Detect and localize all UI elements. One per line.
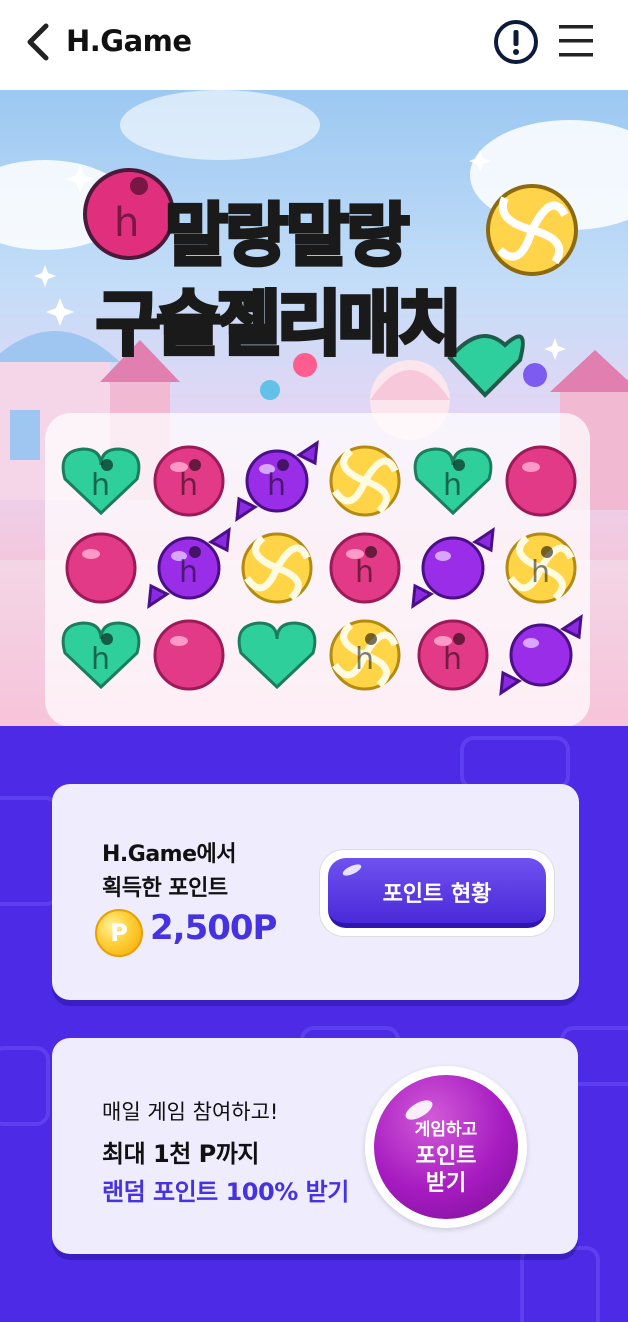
board-tile-heart-h: h [61, 447, 141, 516]
menu-button[interactable] [558, 22, 594, 60]
play-game-button-line3: 받기 [425, 1171, 467, 1196]
game-title-line1: 말랑말랑 [163, 195, 411, 278]
board-tile-heart-h: h [413, 447, 493, 516]
svg-text:h: h [355, 555, 374, 590]
board-tile-ball-h: h [329, 532, 401, 604]
svg-text:h: h [91, 642, 110, 677]
board-tile-heart [237, 621, 317, 690]
svg-text:h: h [114, 200, 139, 246]
svg-text:h: h [531, 555, 550, 590]
info-button[interactable] [493, 19, 539, 65]
play-game-button-face[interactable]: 게임하고 포인트 받기 [374, 1075, 518, 1219]
back-button[interactable] [22, 22, 58, 62]
handheld-console-icon [0, 796, 60, 906]
svg-text:h: h [179, 555, 198, 590]
handheld-console-icon [0, 1046, 50, 1126]
points-label-line2: 획득한 포인트 [102, 876, 228, 901]
svg-text:h: h [91, 468, 110, 503]
svg-text:h: h [443, 642, 462, 677]
board-tile-ball [505, 445, 577, 517]
daily-reward-card: 매일 게임 참여하고! 최대 1천 P까지 랜덤 포인트 100% 받기 게임하… [52, 1038, 578, 1254]
daily-text-line1: 매일 게임 참여하고! [102, 1100, 279, 1124]
board-tile-swirl-h: h [329, 619, 401, 691]
svg-text:h: h [355, 642, 374, 677]
chevron-left-icon [27, 23, 49, 61]
points-status-button-face[interactable]: 포인트 현황 [328, 858, 546, 928]
gamepad-icon [460, 736, 570, 790]
board-tile-heart-h: h [61, 621, 141, 690]
match-board-tiles: h h h h h h h h h h [61, 439, 583, 697]
board-tile-ball [65, 532, 137, 604]
info-circle-icon [494, 20, 538, 64]
board-tile-wrapped-h: h [235, 439, 319, 523]
board-tile-swirl [241, 532, 313, 604]
points-label-line1: H.Game에서 [102, 842, 237, 867]
game-title-line2: 구슬젤리매치 [94, 281, 464, 367]
daily-text-line3: 랜덤 포인트 100% 받기 [102, 1178, 349, 1206]
play-game-button-line1: 게임하고 [414, 1120, 478, 1140]
board-tile-wrapped [411, 526, 495, 610]
app-title: H.Game [66, 24, 192, 58]
board-tile-wrapped-h: h [147, 526, 231, 610]
game-banner[interactable]: h 말랑말랑 구슬젤리매치 h h h h h h h h h h [0, 90, 628, 730]
play-game-button[interactable]: 게임하고 포인트 받기 [365, 1066, 527, 1228]
daily-text-line2: 최대 1천 P까지 [102, 1140, 259, 1168]
board-tile-ball-h: h [417, 619, 489, 691]
points-card: H.Game에서 획득한 포인트 P 2,500P 포인트 현황 [52, 784, 579, 1000]
svg-text:h: h [443, 468, 462, 503]
board-tile-ball [153, 619, 225, 691]
top-app-bar: H.Game [0, 0, 628, 90]
board-tile-ball-h: h [153, 445, 225, 517]
coin-symbol: P [110, 919, 128, 947]
handheld-console-icon [520, 1246, 600, 1322]
board-tile-wrapped [499, 613, 583, 697]
points-status-button-label: 포인트 현황 [382, 882, 492, 907]
board-tile-swirl-h: h [505, 532, 577, 604]
match-board: h h h h h h h h h h [45, 413, 590, 727]
svg-text:h: h [267, 468, 286, 503]
svg-text:h: h [179, 468, 198, 503]
hamburger-menu-icon [559, 25, 593, 57]
coin-icon: P [95, 909, 143, 957]
points-status-button[interactable]: 포인트 현황 [320, 850, 554, 936]
board-tile-swirl [329, 445, 401, 517]
points-value: 2,500P [150, 908, 277, 948]
